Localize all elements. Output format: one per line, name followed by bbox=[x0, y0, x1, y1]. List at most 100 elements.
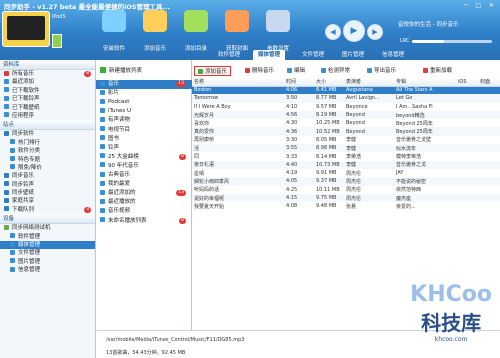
tab-software[interactable]: 软件管理 bbox=[213, 50, 245, 60]
media-list-item[interactable]: 影片 bbox=[96, 89, 192, 98]
action-button-5[interactable]: 重新加载 bbox=[420, 66, 455, 76]
table-row[interactable]: 搁轮小雨四季风 4:05 9.37 MB 周杰伦 不能说的秘密 bbox=[192, 177, 500, 186]
tab-messages[interactable]: 信息管理 bbox=[377, 50, 409, 60]
sidebar-item-resource-4[interactable]: 已下载壁纸 bbox=[0, 104, 95, 112]
media-list-item[interactable]: iTunes U bbox=[96, 107, 192, 116]
table-row[interactable]: 再别康桥 3:30 8.05 MB 李健 音乐傲骨之戈壁 bbox=[192, 136, 500, 144]
column-header[interactable]: iOS bbox=[456, 78, 478, 87]
table-row[interactable]: 夜日礼语 4:40 10.73 MB 李健 音乐傲骨之戈 bbox=[192, 160, 500, 169]
table-row[interactable]: 真的爱你 4:36 10.52 MB Beyond Beyond 25周年 bbox=[192, 127, 500, 136]
media-list-item[interactable]: 音乐 13 bbox=[96, 80, 192, 89]
action-button-1[interactable]: 删除音乐 bbox=[242, 66, 277, 76]
playlist-icon bbox=[100, 107, 105, 113]
sidebar-item-device-2[interactable]: 媒体管理 bbox=[0, 241, 95, 250]
column-header[interactable]: 表演者 bbox=[344, 78, 394, 87]
sidebar-item-site-icon bbox=[10, 156, 15, 162]
sidebar-item-resource-3[interactable]: 已下载铃声 bbox=[0, 95, 95, 103]
sidebar-item-device-1[interactable]: 软件管理 bbox=[0, 233, 95, 241]
action-icon bbox=[367, 67, 372, 73]
media-list-item[interactable]: 最近播放的 bbox=[96, 198, 192, 207]
sidebar-item-device-5[interactable]: 信息管理 bbox=[0, 266, 95, 274]
action-label: 重新加载 bbox=[430, 68, 453, 74]
media-list-item[interactable]: 未命名播放列表 8 bbox=[96, 217, 192, 226]
sidebar-item-resource-0[interactable]: 所有音乐 8 bbox=[0, 70, 95, 78]
media-list-item[interactable]: 古典音乐 bbox=[96, 171, 192, 180]
sidebar-item-site-4[interactable]: 限免/降价 bbox=[0, 164, 95, 172]
sidebar-item-site-5[interactable]: 同步音乐 bbox=[0, 172, 95, 180]
cell-time: 4:08 bbox=[286, 203, 298, 210]
media-list-item[interactable]: 我的最爱 bbox=[96, 180, 192, 189]
cell-album: I Am...Sasha Fi bbox=[396, 103, 433, 110]
sidebar-item-device-3[interactable]: 文件管理 bbox=[0, 249, 95, 257]
sidebar-item-site-label: 限免/降价 bbox=[18, 164, 42, 171]
cell-ios bbox=[456, 186, 478, 194]
table-row[interactable]: Boston 4:06 8.41 MB Augustana All The Stars … bbox=[192, 86, 500, 95]
action-label: 编辑 bbox=[294, 68, 306, 74]
action-button-4[interactable]: 导出音乐 bbox=[364, 66, 399, 76]
tab-photos[interactable]: 图片管理 bbox=[337, 50, 369, 60]
sidebar-item-resource-5[interactable]: 应用程序 bbox=[0, 112, 95, 120]
column-header[interactable]: 时间 bbox=[284, 78, 314, 87]
sidebar-item-site-0[interactable]: 同步软件 bbox=[0, 130, 95, 138]
table-row[interactable]: 光辉岁月 4:56 8.19 MB Beyond beyond精选 bbox=[192, 110, 500, 120]
table-row[interactable]: 我要夏天开始 4:08 9.48 MB 张悬 亲爱的... bbox=[192, 202, 500, 210]
sidebar-item-site-3[interactable]: 特色专题 bbox=[0, 156, 95, 164]
table-row[interactable]: 听妈妈的话 4:25 10.11 MB 周杰伦 依然范特西 bbox=[192, 186, 500, 194]
table-row[interactable]: 星晴 4:19 9.91 MB 周杰伦 JAY bbox=[192, 169, 500, 177]
table-row[interactable]: 活 3:55 8.98 MB 李健 似水流年 bbox=[192, 144, 500, 153]
sidebar-item-site-1[interactable]: 热门排行 bbox=[0, 139, 95, 147]
sidebar-item-site-7[interactable]: 同步壁纸 bbox=[0, 189, 95, 197]
media-list-item[interactable]: 音乐视频 bbox=[96, 207, 192, 216]
table-row[interactable]: If I Were A Boy 4:10 9.57 MB Beyonce I Am...… bbox=[192, 103, 500, 111]
table-row[interactable]: 喜欢你 4:30 10.25 MB Beyond Beyond 25周年 bbox=[192, 119, 500, 127]
table-row[interactable]: 同 3:33 8.14 MB 李荣浩 模特李荣浩 bbox=[192, 152, 500, 161]
cell-time: 4:06 bbox=[284, 86, 314, 95]
media-list-item[interactable]: 最近添加的 13 bbox=[96, 189, 192, 198]
cell-time: 4:56 bbox=[284, 110, 314, 120]
sidebar-item-site-8[interactable]: 家庭共享 bbox=[0, 197, 95, 205]
sidebar-item-site-2[interactable]: 软件分类 bbox=[0, 147, 95, 155]
sidebar-item-site-9[interactable]: 下载队列 3 bbox=[0, 206, 95, 214]
sidebar-item-device-4[interactable]: 图片管理 bbox=[0, 258, 95, 266]
sidebar-item-resource-1[interactable]: 最近添加 bbox=[0, 78, 95, 86]
section-sites: 站点 bbox=[0, 120, 95, 131]
library-summary: 13首歌曲，54.43分钟，92.45 MB bbox=[106, 350, 186, 356]
new-playlist-button[interactable]: 新建播放列表 bbox=[100, 66, 142, 74]
column-header[interactable]: 专辑 bbox=[394, 78, 456, 87]
media-list-item[interactable]: 90 年代音乐 bbox=[96, 162, 192, 171]
window-controls[interactable]: ─ □ ✕ bbox=[464, 2, 497, 9]
tab-files[interactable]: 文件管理 bbox=[297, 50, 329, 60]
cell-album: Beyond 25周年 bbox=[396, 120, 433, 127]
cell-artist: Augustana bbox=[344, 86, 394, 95]
table-row[interactable]: 说好的幸福呢 4:15 9.75 MB 周杰伦 魔杰座 bbox=[192, 193, 500, 203]
volume-slider[interactable] bbox=[412, 40, 492, 43]
playlist-icon bbox=[100, 162, 105, 168]
column-header[interactable]: 名称 bbox=[192, 78, 284, 87]
prev-button[interactable]: ◀ bbox=[325, 24, 341, 40]
sidebar-item-device-icon bbox=[10, 266, 15, 272]
table-row[interactable]: Tomorrow 3:50 8.77 MB Avril Lavign... Let Go bbox=[192, 94, 500, 103]
tab-media[interactable]: 媒体管理 bbox=[253, 50, 286, 60]
action-button-3[interactable]: 检测异常 bbox=[318, 66, 353, 76]
play-button[interactable]: ▶ bbox=[343, 20, 365, 42]
cell-time: 4:30 bbox=[286, 120, 298, 127]
sidebar-item-device-0[interactable]: 同步网络测试机 bbox=[0, 224, 95, 232]
media-list-item[interactable]: Podcast bbox=[96, 98, 192, 107]
sidebar-item-site-6[interactable]: 同步铃声 bbox=[0, 181, 95, 189]
cell-name: 同 bbox=[194, 154, 200, 161]
action-button-2[interactable]: 编辑 bbox=[284, 66, 308, 76]
next-button[interactable]: ▶ bbox=[367, 24, 383, 40]
column-header[interactable]: 大小 bbox=[314, 78, 344, 87]
column-header[interactable]: 封面 bbox=[478, 78, 500, 87]
sidebar-item-site-label: 热门排行 bbox=[18, 139, 41, 146]
cell-ios bbox=[456, 94, 478, 103]
action-icon bbox=[321, 67, 326, 73]
action-button-0[interactable]: 添加音乐 bbox=[194, 66, 232, 76]
media-list-item[interactable]: 铃声 bbox=[96, 144, 192, 153]
media-list-item[interactable]: 电视节目 bbox=[96, 126, 192, 135]
media-list-item[interactable]: 25 大金曲榜 8 bbox=[96, 153, 192, 162]
lrc-toggle[interactable]: LRC bbox=[400, 38, 410, 44]
sidebar-item-resource-2[interactable]: 已下载软件 bbox=[0, 87, 95, 95]
media-list-item[interactable]: 图书 bbox=[96, 135, 192, 144]
media-list-item[interactable]: 有声读物 bbox=[96, 116, 192, 125]
